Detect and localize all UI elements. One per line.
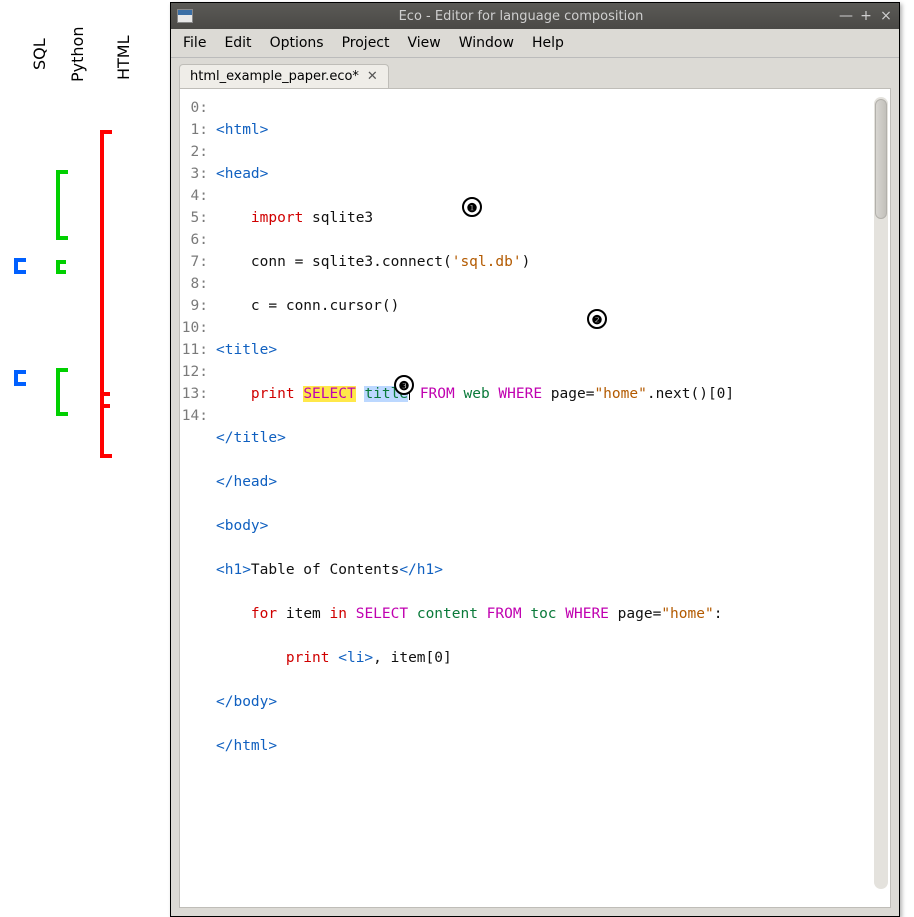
bracket-sql-1 (14, 258, 26, 274)
line-number: 8: (180, 273, 208, 295)
tab-active[interactable]: html_example_paper.eco* ✕ (179, 64, 389, 88)
line-number: 10: (180, 317, 208, 339)
menu-view[interactable]: View (408, 35, 441, 51)
code-line-9: <body> (216, 515, 890, 537)
menu-project[interactable]: Project (342, 35, 390, 51)
annotation-3: ❸ (394, 375, 414, 395)
minimize-button[interactable]: — (839, 9, 853, 23)
code-editor[interactable]: 0: 1: 2: 3: 4: 5: 6: 7: 8: 9: 10: 11: 12… (180, 89, 890, 907)
code-line-13: </body> (216, 691, 890, 713)
label-sql: SQL (30, 38, 49, 70)
titlebar[interactable]: Eco - Editor for language composition — … (171, 3, 899, 29)
code-line-4: c = conn.cursor() (216, 295, 890, 317)
line-number: 9: (180, 295, 208, 317)
brackets-overlay (0, 0, 170, 548)
code-line-10: <h1>Table of Contents</h1> (216, 559, 890, 581)
code-line-3: conn = sqlite3.connect('sql.db') (216, 251, 890, 273)
line-number: 4: (180, 185, 208, 207)
maximize-button[interactable]: + (859, 9, 873, 23)
code-line-8: </head> (216, 471, 890, 493)
annotation-2: ❷ (587, 309, 607, 329)
menu-file[interactable]: File (183, 35, 206, 51)
line-number: 13: (180, 383, 208, 405)
menu-edit[interactable]: Edit (224, 35, 251, 51)
app-icon (177, 9, 193, 23)
bracket-python-1b (56, 260, 66, 274)
code-line-11: for item in SELECT content FROM toc WHER… (216, 603, 890, 625)
code-line-14: </html> (216, 735, 890, 757)
code-line-6: print SELECT title FROM web WHERE page="… (216, 383, 890, 405)
bracket-sql-2 (14, 370, 26, 386)
line-number: 7: (180, 251, 208, 273)
line-number: 14: (180, 405, 208, 427)
menubar: File Edit Options Project View Window He… (171, 29, 899, 58)
label-html: HTML (114, 35, 133, 80)
menu-window[interactable]: Window (459, 35, 514, 51)
code-line-7: </title> (216, 427, 890, 449)
bracket-python-2 (56, 368, 68, 416)
gutter: 0: 1: 2: 3: 4: 5: 6: 7: 8: 9: 10: 11: 12… (180, 97, 214, 889)
menu-help[interactable]: Help (532, 35, 564, 51)
menu-options[interactable]: Options (270, 35, 324, 51)
code-line-0: <html> (216, 119, 890, 141)
code-line-2: import sqlite3 (216, 207, 890, 229)
line-number: 0: (180, 97, 208, 119)
bracket-python-1 (56, 170, 68, 240)
label-python: Python (68, 27, 87, 82)
annotation-1: ❶ (462, 197, 482, 217)
line-number: 12: (180, 361, 208, 383)
line-number: 2: (180, 141, 208, 163)
language-labels: SQL Python HTML (6, 10, 106, 80)
tab-label: html_example_paper.eco* (190, 69, 359, 84)
line-number: 1: (180, 119, 208, 141)
scrollbar-thumb[interactable] (875, 99, 887, 219)
code-area[interactable]: <html> <head> import sqlite3 conn = sqli… (214, 97, 890, 889)
line-number: 6: (180, 229, 208, 251)
editor-wrap: 0: 1: 2: 3: 4: 5: 6: 7: 8: 9: 10: 11: 12… (179, 88, 891, 908)
code-line-5: <title> (216, 339, 890, 361)
app-window: Eco - Editor for language composition — … (170, 2, 900, 917)
tab-close-icon[interactable]: ✕ (367, 69, 378, 84)
window-buttons: — + × (839, 9, 893, 23)
close-button[interactable]: × (879, 9, 893, 23)
line-number: 3: (180, 163, 208, 185)
window-title: Eco - Editor for language composition (203, 9, 839, 24)
code-line-1: <head> (216, 163, 890, 185)
tabbar: html_example_paper.eco* ✕ (171, 58, 899, 88)
bracket-html-inner (100, 392, 110, 408)
line-number: 5: (180, 207, 208, 229)
bracket-html-main (100, 130, 112, 458)
vertical-scrollbar[interactable] (874, 97, 888, 889)
code-line-12: print <li>, item[0] (216, 647, 890, 669)
line-number: 11: (180, 339, 208, 361)
